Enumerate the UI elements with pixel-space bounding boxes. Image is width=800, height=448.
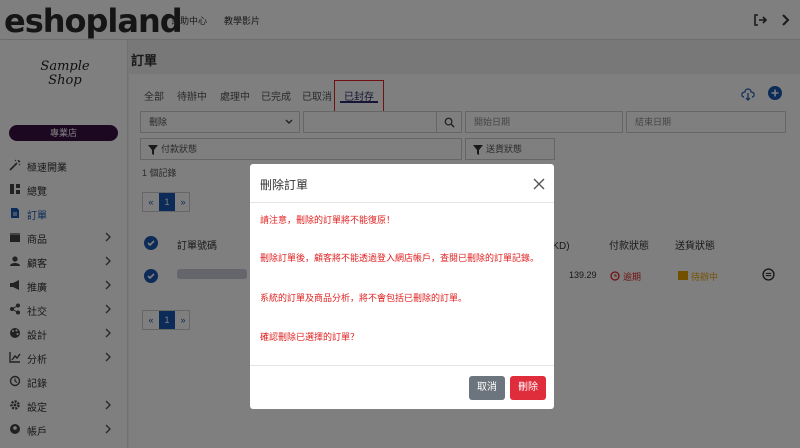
dialog-divider — [250, 202, 554, 203]
delete-order-dialog: 刪除訂單 請注意，刪除的訂單將不能復原！ 刪除訂單後，顧客將不能透過登入網店帳戶… — [250, 164, 554, 409]
dialog-divider — [250, 365, 554, 366]
dialog-title: 刪除訂單 — [260, 178, 309, 192]
delete-button[interactable]: 刪除 — [510, 376, 546, 400]
warning-analytics: 系統的訂單及商品分析，將不會包括已刪除的訂單。 — [260, 293, 468, 303]
close-icon[interactable] — [533, 178, 545, 190]
cancel-button[interactable]: 取消 — [469, 376, 505, 400]
warning-customer-access: 刪除訂單後，顧客將不能透過登入網店帳戶，查閱已刪除的訂單記錄。 — [260, 253, 540, 263]
confirm-question: 確認刪除已選擇的訂單？ — [260, 332, 360, 342]
warning-no-undo: 請注意，刪除的訂單將不能復原！ — [260, 215, 396, 225]
